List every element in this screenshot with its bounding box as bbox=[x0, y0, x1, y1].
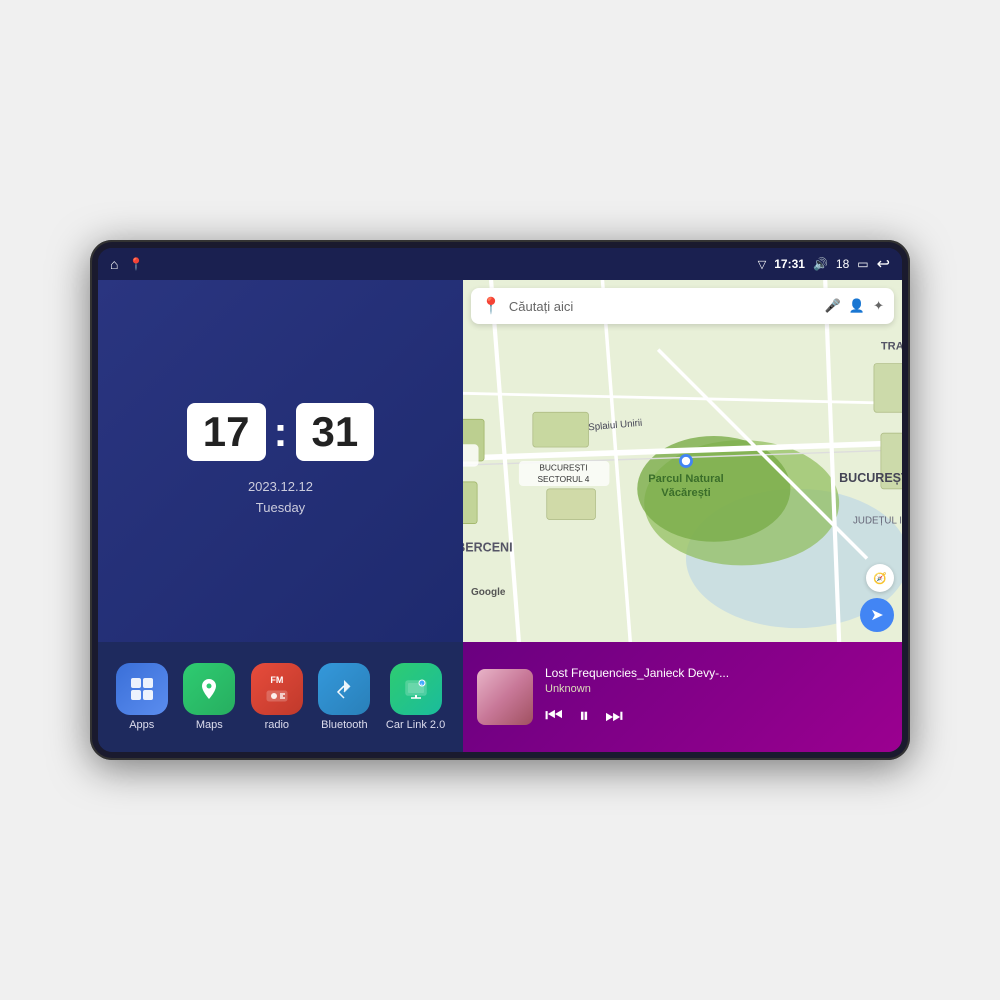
status-left-icons: ⌂ 📍 bbox=[110, 256, 143, 272]
radio-icon-img: FM bbox=[251, 663, 303, 715]
music-controls: ⏮ ⏸ ⏭ bbox=[545, 705, 888, 728]
prev-button[interactable]: ⏮ bbox=[545, 705, 563, 728]
maps-logo-icon: 📍 bbox=[481, 296, 501, 316]
svg-text:BUCUREȘTI: BUCUREȘTI bbox=[539, 463, 587, 473]
car-display-unit: ⌂ 📍 ▽ 17:31 🔊 18 ▭ ↩ 17 : bbox=[90, 240, 910, 760]
music-widget: Lost Frequencies_Janieck Devy-... Unknow… bbox=[463, 642, 902, 752]
navigate-button[interactable]: ➤ bbox=[860, 598, 894, 632]
screen: ⌂ 📍 ▽ 17:31 🔊 18 ▭ ↩ 17 : bbox=[98, 248, 902, 752]
status-bar: ⌂ 📍 ▽ 17:31 🔊 18 ▭ ↩ bbox=[98, 248, 902, 280]
svg-text:Văcărești: Văcărești bbox=[661, 487, 710, 499]
main-content: 17 : 31 2023.12.12 Tuesday bbox=[98, 280, 902, 752]
left-panel: 17 : 31 2023.12.12 Tuesday bbox=[98, 280, 463, 752]
home-icon[interactable]: ⌂ bbox=[110, 256, 118, 272]
app-icon-radio[interactable]: FM radio bbox=[251, 663, 303, 731]
clock-colon: : bbox=[274, 411, 288, 453]
clock-widget: 17 : 31 2023.12.12 Tuesday bbox=[98, 280, 463, 642]
app-icon-apps[interactable]: Apps bbox=[116, 663, 168, 731]
apps-icon-img bbox=[116, 663, 168, 715]
album-art bbox=[477, 669, 533, 725]
bluetooth-icon-img bbox=[318, 663, 370, 715]
clock-display: 17 : 31 bbox=[187, 403, 374, 461]
maps-label: Maps bbox=[196, 719, 223, 731]
radio-label: radio bbox=[265, 719, 289, 731]
status-time: 17:31 bbox=[774, 257, 805, 271]
account-icon[interactable]: 👤 bbox=[849, 298, 865, 314]
apps-label: Apps bbox=[129, 719, 154, 731]
play-pause-button[interactable]: ⏸ bbox=[579, 705, 589, 728]
svg-text:Parcul Natural: Parcul Natural bbox=[648, 473, 723, 485]
svg-text:SECTORUL 4: SECTORUL 4 bbox=[537, 474, 589, 484]
svg-text:BERCENI: BERCENI bbox=[463, 541, 513, 555]
signal-icon: ▽ bbox=[758, 258, 766, 271]
map-widget[interactable]: Parcul Natural Văcărești BERCENI BUCUREȘ… bbox=[463, 280, 902, 642]
navigation-icon: ➤ bbox=[870, 605, 883, 625]
battery-icon: ▭ bbox=[857, 257, 868, 271]
compass-icon: 🧭 bbox=[873, 572, 887, 585]
more-options-icon[interactable]: ✦ bbox=[873, 298, 884, 314]
music-info: Lost Frequencies_Janieck Devy-... Unknow… bbox=[545, 666, 888, 728]
carlink-label: Car Link 2.0 bbox=[386, 719, 445, 731]
compass-button[interactable]: 🧭 bbox=[866, 564, 894, 592]
volume-icon: 🔊 bbox=[813, 257, 828, 271]
app-icon-maps[interactable]: Maps bbox=[183, 663, 235, 731]
map-search-placeholder: Căutați aici bbox=[509, 299, 817, 314]
album-art-bg bbox=[477, 669, 533, 725]
right-panel: Parcul Natural Văcărești BERCENI BUCUREȘ… bbox=[463, 280, 902, 752]
app-icon-bluetooth[interactable]: Bluetooth bbox=[318, 663, 370, 731]
svg-text:TRAPEZULUI: TRAPEZULUI bbox=[881, 341, 902, 353]
clock-weekday: Tuesday bbox=[248, 498, 313, 519]
google-logo: Google bbox=[471, 587, 505, 598]
map-search-actions: 🎤 👤 ✦ bbox=[825, 298, 884, 314]
map-background: Parcul Natural Văcărești BERCENI BUCUREȘ… bbox=[463, 280, 902, 642]
app-icon-carlink[interactable]: + Car Link 2.0 bbox=[386, 663, 445, 731]
clock-minute: 31 bbox=[296, 403, 375, 461]
music-artist: Unknown bbox=[545, 683, 888, 695]
app-icons-row: Apps Maps FM bbox=[98, 642, 463, 752]
status-right-info: ▽ 17:31 🔊 18 ▭ ↩ bbox=[758, 254, 890, 274]
music-title: Lost Frequencies_Janieck Devy-... bbox=[545, 666, 888, 680]
maps-icon-img bbox=[183, 663, 235, 715]
battery-level: 18 bbox=[836, 257, 849, 271]
clock-date-value: 2023.12.12 bbox=[248, 477, 313, 498]
back-icon[interactable]: ↩ bbox=[877, 254, 890, 274]
clock-date: 2023.12.12 Tuesday bbox=[248, 477, 313, 519]
clock-hour: 17 bbox=[187, 403, 266, 461]
map-search-bar[interactable]: 📍 Căutați aici 🎤 👤 ✦ bbox=[471, 288, 894, 324]
voice-search-icon[interactable]: 🎤 bbox=[825, 298, 841, 314]
bluetooth-label: Bluetooth bbox=[321, 719, 367, 731]
next-button[interactable]: ⏭ bbox=[605, 705, 623, 728]
svg-text:JUDEȚUL ILFOV: JUDEȚUL ILFOV bbox=[853, 516, 902, 527]
carlink-icon-img: + bbox=[390, 663, 442, 715]
maps-shortcut-icon[interactable]: 📍 bbox=[128, 257, 143, 271]
svg-text:BUCUREȘTI: BUCUREȘTI bbox=[839, 471, 902, 485]
